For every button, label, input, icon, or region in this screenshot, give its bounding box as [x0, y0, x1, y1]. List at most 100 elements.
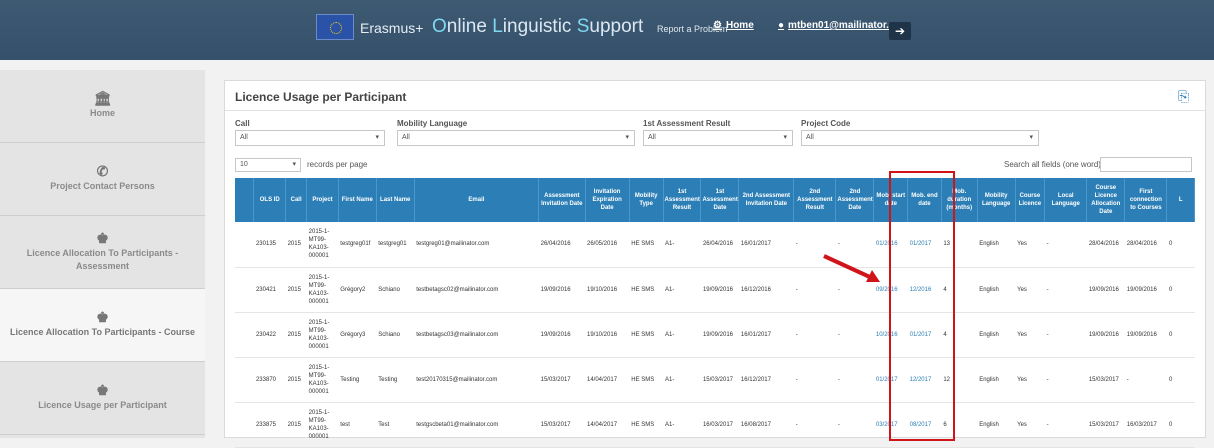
column-header[interactable]: 2nd Assessment Result: [793, 178, 837, 222]
table-cell: 19/10/2016: [585, 267, 630, 313]
table-row[interactable]: 230421 2015 2015-1-MT99-KA103-000001 Grégor…: [235, 267, 1195, 313]
column-header[interactable]: Course Licence: [1015, 178, 1046, 222]
table-cell: 16/01/2017: [738, 312, 794, 358]
table-cell: 2015-1-MT99-KA103-000001: [306, 267, 339, 313]
column-header[interactable]: 1st Assessment Result: [663, 178, 702, 222]
records-label: records per page: [307, 160, 368, 169]
column-header[interactable]: L: [1166, 178, 1195, 222]
sidebar-item-allocation-course[interactable]: ♚ Licence Allocation To Participants - Co…: [0, 289, 205, 362]
table-cell: 16/03/2017: [1124, 402, 1167, 448]
app-title: Online Linguistic Support: [432, 16, 644, 37]
table-cell: Schiano: [376, 312, 415, 358]
table-cell: A1-: [663, 222, 701, 268]
caret-down-icon: ▾: [625, 134, 629, 141]
column-header[interactable]: 2nd Assessment Date: [835, 178, 875, 222]
column-header[interactable]: OLS ID: [253, 178, 287, 222]
highlight-box: [889, 171, 955, 441]
table-cell: 2015: [285, 222, 307, 268]
table-cell: 26/04/2016: [538, 222, 585, 268]
result-select[interactable]: All ▾: [643, 130, 793, 146]
column-header[interactable]: Invitation Expiration Date: [585, 178, 630, 222]
table-cell: -: [793, 312, 836, 358]
page-length-select[interactable]: 10 ▾: [235, 158, 301, 172]
column-header[interactable]: First connection to Courses: [1124, 178, 1168, 222]
column-header[interactable]: Local Language: [1044, 178, 1088, 222]
column-header[interactable]: Email: [414, 178, 540, 222]
table-cell: 2015: [285, 267, 307, 313]
red-arrow-icon: [823, 254, 880, 282]
table-cell: testbetagsc02@mailinator.com: [414, 267, 539, 313]
column-header[interactable]: 1st Assessment Date: [700, 178, 740, 222]
sidebar-item-allocation-assessment[interactable]: ♚ Licence Allocation To Participants - As…: [0, 216, 205, 289]
table-cell: testgreg01f: [338, 222, 377, 268]
table-cell: 19/09/2016: [1124, 312, 1167, 358]
row-spacer: [235, 402, 254, 448]
table-cell: 16/12/2016: [738, 267, 794, 313]
table-cell: 0: [1166, 357, 1195, 403]
logout-button[interactable]: ➔: [889, 22, 911, 40]
home-link[interactable]: ⚙ Home: [713, 20, 754, 31]
language-select[interactable]: All ▾: [397, 130, 635, 146]
table-cell: English: [977, 267, 1016, 313]
table-cell: HE SMS: [629, 402, 664, 448]
table-cell: Yes: [1015, 357, 1045, 403]
column-header[interactable]: Course Licence Allocation Date: [1086, 178, 1126, 222]
table-cell: 28/04/2016: [1124, 222, 1167, 268]
column-header[interactable]: Mobility Language: [977, 178, 1016, 222]
award-icon: ♚: [96, 229, 109, 246]
table-cell: 0: [1166, 222, 1195, 268]
search-input[interactable]: [1100, 157, 1192, 172]
table-cell: 0: [1166, 312, 1195, 358]
table-cell: -: [835, 402, 874, 448]
table-cell: 19/09/2016: [538, 312, 585, 358]
award-icon: ♚: [96, 382, 109, 398]
table-body: 230135 2015 2015-1-MT99-KA103-000001 testgr…: [235, 222, 1195, 448]
table-cell: A1-: [663, 267, 701, 313]
call-select[interactable]: All ▾: [235, 130, 385, 146]
table-cell: test: [338, 402, 377, 448]
column-header[interactable]: Project: [306, 178, 339, 222]
table-cell: English: [977, 357, 1016, 403]
table-cell: 16/01/2017: [738, 222, 794, 268]
project-select[interactable]: All ▾: [801, 130, 1039, 146]
column-header[interactable]: First Name: [338, 178, 377, 222]
table-cell: A1-: [663, 312, 701, 358]
table-cell: Yes: [1015, 267, 1045, 313]
table-row[interactable]: 230422 2015 2015-1-MT99-KA103-000001 Grégor…: [235, 312, 1195, 358]
export-icon[interactable]: ⎘: [1178, 88, 1194, 104]
table-cell: HE SMS: [629, 357, 664, 403]
sidebar-item-usage[interactable]: ♚ Licence Usage per Participant: [0, 362, 205, 435]
row-spacer: [235, 267, 254, 313]
table-row[interactable]: 233875 2015 2015-1-MT99-KA103-000001 test Te…: [235, 402, 1195, 448]
column-header[interactable]: 2nd Assessment Invitation Date: [738, 178, 795, 222]
divider: [225, 110, 1205, 111]
sidebar-item-contacts[interactable]: ✆ Project Contact Persons: [0, 143, 205, 216]
column-header[interactable]: Assessment Invitation Date: [538, 178, 586, 222]
table-cell: 19/09/2016: [1086, 312, 1125, 358]
row-spacer: [235, 222, 254, 268]
table-cell: testgreg01: [376, 222, 415, 268]
table-row[interactable]: 230135 2015 2015-1-MT99-KA103-000001 testgr…: [235, 222, 1195, 268]
table-cell: Yes: [1015, 222, 1045, 268]
column-header[interactable]: Call: [285, 178, 308, 222]
table-cell: 2015: [285, 312, 307, 358]
table-cell: English: [977, 222, 1016, 268]
sidebar: 🏛 Home ✆ Project Contact Persons ♚ Licence …: [0, 70, 205, 438]
table-cell: -: [1044, 267, 1087, 313]
sidebar-item-home[interactable]: 🏛 Home: [0, 70, 205, 143]
table-cell: Grégory3: [338, 312, 377, 358]
table-cell: A1-: [663, 357, 701, 403]
table-cell: 0: [1166, 402, 1195, 448]
table-cell: test20170315@mailinator.com: [414, 357, 539, 403]
table-cell: -: [1044, 222, 1087, 268]
table-cell: 19/10/2016: [585, 312, 630, 358]
table-row[interactable]: 233870 2015 2015-1-MT99-KA103-000001 Testin…: [235, 357, 1195, 403]
table-cell: Yes: [1015, 402, 1045, 448]
row-spacer: [235, 312, 254, 358]
filter-label-language: Mobility Language: [397, 119, 468, 128]
table-cell: testgreg01@mailinator.com: [414, 222, 539, 268]
column-header[interactable]: Mobility Type: [629, 178, 664, 222]
column-header[interactable]: Last Name: [376, 178, 415, 222]
table-cell: 19/09/2016: [700, 312, 739, 358]
table-cell: Schiano: [376, 267, 415, 313]
